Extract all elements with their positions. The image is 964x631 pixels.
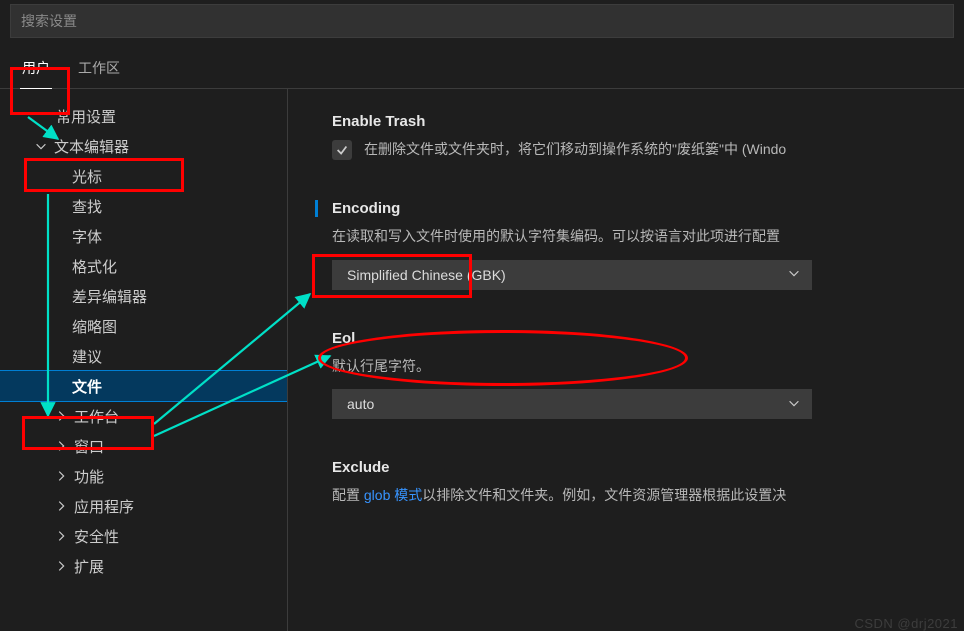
chevron-down-icon — [787, 266, 801, 283]
setting-encoding: Encoding 在读取和写入文件时使用的默认字符集编码。可以按语言对此项进行配… — [332, 200, 964, 289]
settings-tabs: 用户 工作区 — [0, 38, 964, 89]
setting-title-exclude: Exclude — [332, 459, 964, 476]
sidebar-item-label: 应用程序 — [74, 496, 134, 517]
setting-eol: Eol 默认行尾字符。 auto — [332, 330, 964, 419]
tab-workspace[interactable]: 工作区 — [76, 52, 122, 88]
settings-search-input[interactable]: 搜索设置 — [10, 4, 954, 38]
sidebar-item-minimap[interactable]: 缩略图 — [0, 311, 287, 341]
chevron-right-icon — [54, 529, 68, 543]
sidebar-item-label: 工作台 — [74, 406, 119, 427]
settings-content: Enable Trash 在删除文件或文件夹时，将它们移动到操作系统的"废纸篓"… — [288, 89, 964, 631]
setting-title-enable-trash: Enable Trash — [332, 113, 964, 130]
chevron-right-icon — [54, 559, 68, 573]
sidebar-item-files[interactable]: 文件 — [0, 371, 287, 401]
sidebar-item-label: 功能 — [74, 466, 104, 487]
enable-trash-checkbox[interactable] — [332, 140, 352, 160]
setting-exclude: Exclude 配置 glob 模式以排除文件和文件夹。例如，文件资源管理器根据… — [332, 459, 964, 506]
chevron-right-icon — [54, 409, 68, 423]
sidebar-item-suggestions[interactable]: 建议 — [0, 341, 287, 371]
sidebar-item-application[interactable]: 应用程序 — [0, 491, 287, 521]
chevron-right-icon — [54, 469, 68, 483]
enable-trash-description: 在删除文件或文件夹时，将它们移动到操作系统的"废纸篓"中 (Windo — [364, 138, 786, 160]
encoding-select[interactable]: Simplified Chinese (GBK) — [332, 260, 812, 290]
sidebar-item-label: 窗口 — [74, 436, 104, 457]
sidebar-item-workbench[interactable]: 工作台 — [0, 401, 287, 431]
sidebar-item-formatting[interactable]: 格式化 — [0, 251, 287, 281]
exclude-description: 配置 glob 模式以排除文件和文件夹。例如，文件资源管理器根据此设置决 — [332, 484, 964, 506]
tab-user[interactable]: 用户 — [20, 52, 52, 88]
settings-sidebar: 常用设置 文本编辑器 光标 查找 字体 格式化 差异编辑器 缩略图 建议 文件 … — [0, 89, 288, 631]
eol-select-value: auto — [347, 396, 374, 412]
setting-title-eol: Eol — [332, 330, 964, 347]
setting-title-encoding: Encoding — [315, 200, 964, 217]
chevron-right-icon — [54, 499, 68, 513]
sidebar-item-diff-editor[interactable]: 差异编辑器 — [0, 281, 287, 311]
glob-pattern-link[interactable]: glob 模式 — [364, 487, 422, 503]
setting-enable-trash: Enable Trash 在删除文件或文件夹时，将它们移动到操作系统的"废纸篓"… — [332, 113, 964, 160]
eol-select[interactable]: auto — [332, 389, 812, 419]
encoding-description: 在读取和写入文件时使用的默认字符集编码。可以按语言对此项进行配置 — [332, 225, 964, 247]
chevron-down-icon — [787, 396, 801, 413]
search-placeholder: 搜索设置 — [21, 11, 77, 31]
sidebar-item-extensions[interactable]: 扩展 — [0, 551, 287, 581]
sidebar-item-window[interactable]: 窗口 — [0, 431, 287, 461]
chevron-right-icon — [54, 439, 68, 453]
sidebar-item-common[interactable]: 常用设置 — [0, 101, 287, 131]
sidebar-item-security[interactable]: 安全性 — [0, 521, 287, 551]
sidebar-item-find[interactable]: 查找 — [0, 191, 287, 221]
sidebar-item-cursor[interactable]: 光标 — [0, 161, 287, 191]
sidebar-item-label: 安全性 — [74, 526, 119, 547]
encoding-select-value: Simplified Chinese (GBK) — [347, 267, 506, 283]
sidebar-item-features[interactable]: 功能 — [0, 461, 287, 491]
sidebar-item-label: 文本编辑器 — [54, 136, 129, 157]
sidebar-item-label: 扩展 — [74, 556, 104, 577]
eol-description: 默认行尾字符。 — [332, 355, 964, 377]
sidebar-item-font[interactable]: 字体 — [0, 221, 287, 251]
sidebar-item-text-editor[interactable]: 文本编辑器 — [0, 131, 287, 161]
chevron-down-icon — [34, 139, 48, 153]
